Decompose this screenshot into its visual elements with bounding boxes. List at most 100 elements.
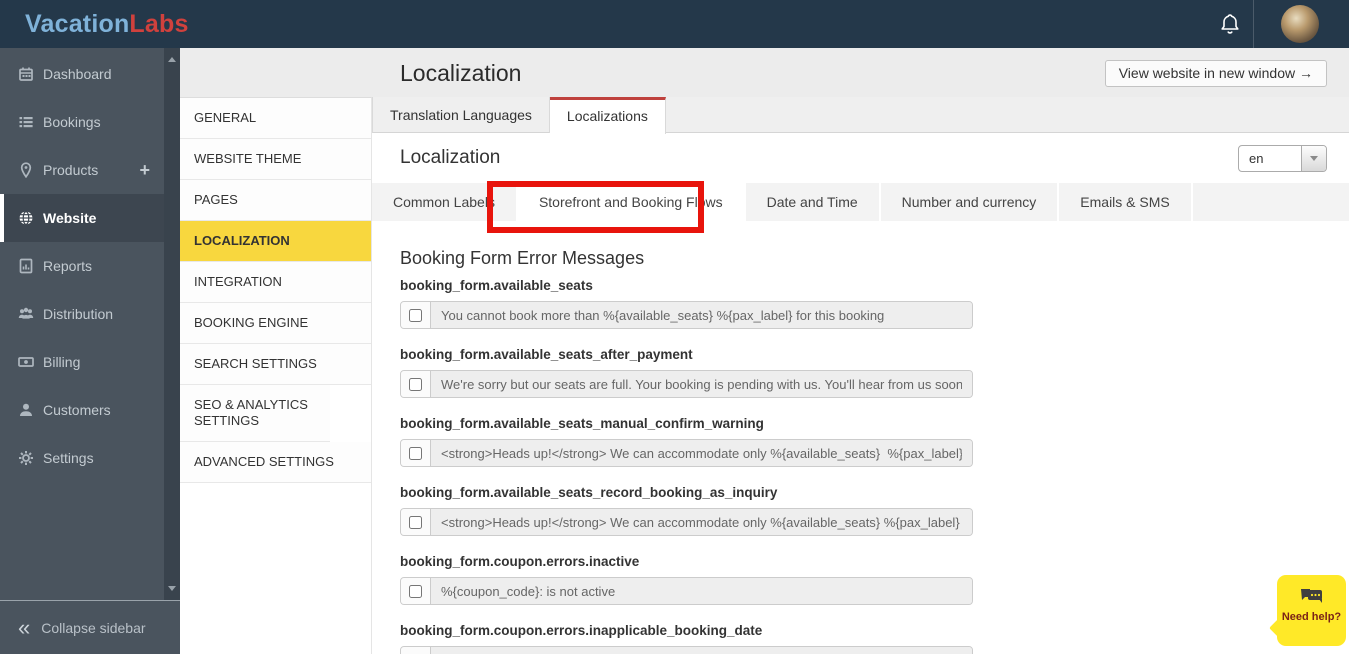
submenu-item-localization[interactable]: LOCALIZATION	[180, 221, 371, 262]
sidebar-item-label: Billing	[43, 354, 81, 370]
globe-icon	[18, 210, 34, 226]
override-checkbox[interactable]	[409, 377, 422, 391]
notifications-bell-icon[interactable]	[1218, 12, 1242, 36]
field-input-group	[400, 646, 973, 654]
translation-input[interactable]	[431, 509, 972, 535]
translation-input[interactable]	[431, 578, 972, 604]
override-checkbox[interactable]	[409, 584, 422, 598]
sidebar-item-billing[interactable]: Billing	[0, 338, 180, 386]
fields-heading: Booking Form Error Messages	[400, 248, 645, 268]
add-product-plus-icon[interactable]: +	[139, 160, 150, 181]
field-key-label: booking_form.available_seats_after_payme…	[400, 347, 693, 362]
collapse-sidebar-button[interactable]: « Collapse sidebar	[0, 601, 180, 654]
scroll-up-icon[interactable]	[168, 57, 176, 62]
sidebar-item-website[interactable]: Website	[0, 194, 180, 242]
sidebar-item-dashboard[interactable]: Dashboard	[0, 50, 180, 98]
translation-input[interactable]	[431, 647, 972, 654]
submenu-item-integration[interactable]: INTEGRATION	[180, 262, 371, 303]
submenu-item-website-theme[interactable]: WEBSITE THEME	[180, 139, 371, 180]
localization-subtabs: Common Labels Storefront and Booking Flo…	[372, 183, 1349, 221]
override-checkbox-addon	[401, 371, 431, 397]
chevron-down-icon	[1310, 156, 1318, 161]
field-key-label: booking_form.available_seats_record_book…	[400, 485, 778, 500]
field-input-group	[400, 370, 973, 398]
field-key-label: booking_form.available_seats_manual_conf…	[400, 416, 764, 431]
translation-input[interactable]	[431, 371, 972, 397]
override-checkbox[interactable]	[409, 515, 422, 529]
field-input-group	[400, 577, 973, 605]
calendar-icon	[18, 66, 34, 82]
field-key-label: booking_form.coupon.errors.inactive	[400, 554, 640, 569]
gear-icon	[18, 450, 34, 466]
chat-bubbles-icon	[1277, 586, 1346, 608]
subtab-date-and-time[interactable]: Date and Time	[746, 183, 881, 221]
language-select[interactable]: en	[1238, 145, 1327, 172]
sidebar-item-label: Website	[43, 210, 97, 226]
field-input-group	[400, 439, 973, 467]
submenu-item-booking-engine[interactable]: BOOKING ENGINE	[180, 303, 371, 344]
sidebar-item-label: Distribution	[43, 306, 114, 322]
override-checkbox-addon	[401, 509, 431, 535]
website-settings-menu: GENERAL WEBSITE THEME PAGES LOCALIZATION…	[180, 97, 372, 654]
field-key-label: booking_form.coupon.errors.inapplicable_…	[400, 623, 763, 638]
language-select-value: en	[1249, 151, 1264, 166]
top-navbar: VacationLabs	[0, 0, 1349, 48]
override-checkbox-addon	[401, 302, 431, 328]
main-sidebar: Dashboard Bookings Products + Website Re…	[0, 48, 180, 654]
need-help-widget[interactable]: Need help?	[1277, 575, 1346, 646]
subtab-storefront-booking-flows[interactable]: Storefront and Booking Flows	[517, 183, 746, 221]
app-window: VacationLabs Dashboard Bookings Products…	[0, 0, 1349, 654]
sidebar-item-label: Dashboard	[43, 66, 112, 82]
subtab-number-and-currency[interactable]: Number and currency	[881, 183, 1060, 221]
submenu-item-advanced-settings[interactable]: ADVANCED SETTINGS	[180, 442, 371, 483]
logo-part-vacation: Vacation	[25, 10, 130, 38]
collapse-chevrons-icon: «	[18, 614, 31, 640]
sidebar-item-distribution[interactable]: Distribution	[0, 290, 180, 338]
sidebar-scrollbar[interactable]	[164, 48, 180, 600]
sidebar-item-products[interactable]: Products +	[0, 146, 180, 194]
override-checkbox-addon	[401, 647, 431, 654]
sidebar-item-reports[interactable]: Reports	[0, 242, 180, 290]
sidebar-item-bookings[interactable]: Bookings	[0, 98, 180, 146]
view-website-button[interactable]: View website in new window →	[1104, 60, 1327, 87]
user-icon	[18, 402, 34, 418]
override-checkbox[interactable]	[409, 446, 422, 460]
list-icon	[18, 114, 34, 130]
tab-localizations[interactable]: Localizations	[549, 97, 666, 134]
subtab-common-labels[interactable]: Common Labels	[372, 183, 518, 221]
translation-input[interactable]	[431, 302, 972, 328]
sidebar-item-label: Settings	[43, 450, 94, 466]
tab-translation-languages[interactable]: Translation Languages	[373, 97, 550, 133]
language-select-button[interactable]	[1301, 146, 1326, 171]
field-input-group	[400, 508, 973, 536]
page-header-band: Localization View website in new window …	[180, 48, 1349, 97]
submenu-item-pages[interactable]: PAGES	[180, 180, 371, 221]
sidebar-item-customers[interactable]: Customers	[0, 386, 180, 434]
user-avatar[interactable]	[1281, 5, 1319, 43]
override-checkbox-addon	[401, 440, 431, 466]
translation-input[interactable]	[431, 440, 972, 466]
submenu-item-search-settings[interactable]: SEARCH SETTINGS	[180, 344, 371, 385]
collapse-sidebar-label: Collapse sidebar	[41, 619, 146, 636]
brand-logo[interactable]: VacationLabs	[25, 0, 189, 48]
sidebar-item-label: Products	[43, 162, 99, 178]
localization-tabs: Translation Languages Localizations	[372, 97, 1349, 134]
pin-icon	[18, 162, 34, 178]
subtab-emails-sms[interactable]: Emails & SMS	[1059, 183, 1193, 221]
people-icon	[18, 306, 34, 322]
sidebar-item-label: Bookings	[43, 114, 101, 130]
section-title: Localization	[400, 147, 501, 168]
submenu-item-general[interactable]: GENERAL	[180, 98, 371, 139]
override-checkbox[interactable]	[409, 308, 422, 322]
sidebar-item-label: Reports	[43, 258, 93, 274]
banknote-icon	[18, 354, 34, 370]
sidebar-item-settings[interactable]: Settings	[0, 434, 180, 482]
submenu-item-seo-analytics[interactable]: SEO & ANALYTICS SETTINGS	[180, 385, 330, 442]
logo-part-labs: Labs	[129, 10, 189, 38]
field-input-group	[400, 301, 973, 329]
need-help-label: Need help?	[1281, 611, 1342, 623]
override-checkbox-addon	[401, 578, 431, 604]
scroll-down-icon[interactable]	[168, 586, 176, 591]
report-icon	[18, 258, 34, 274]
booking-form-error-messages-section: Booking Form Error Messages booking_form…	[400, 246, 978, 654]
